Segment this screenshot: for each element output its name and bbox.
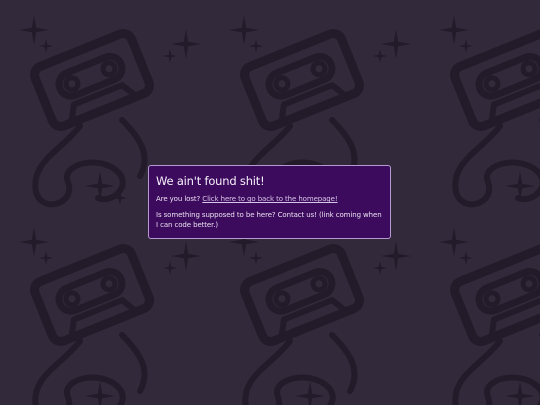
sparkle-icon: [439, 227, 469, 257]
not-found-notice: We ain't found shit! Are you lost? Click…: [148, 165, 391, 239]
sparkle-icon: [39, 251, 53, 265]
sparkle-icon: [163, 261, 177, 275]
sparkle-icon: [229, 15, 259, 45]
sparkle-icon: [381, 29, 411, 59]
sparkle-icon: [373, 261, 387, 275]
sparkle-icon: [171, 29, 201, 59]
sparkle-icon: [19, 15, 49, 45]
sparkle-icon: [163, 49, 177, 63]
cassette-tape-icon: [452, 31, 540, 204]
sparkle-icon: [19, 227, 49, 257]
sparkle-icon: [373, 49, 387, 63]
lost-message: Are you lost? Click here to go back to t…: [156, 194, 383, 204]
contact-message: Is something supposed to be here? Contac…: [156, 211, 382, 229]
lost-prefix: Are you lost?: [156, 195, 203, 203]
cassette-tape-icon: [32, 31, 152, 204]
sparkle-icon: [249, 39, 263, 53]
sparkle-icon: [249, 251, 263, 265]
sparkle-icon: [171, 241, 201, 271]
sparkle-icon: [459, 39, 473, 53]
sparkle-icon: [439, 15, 469, 45]
sparkle-icon: [459, 251, 473, 265]
notice-heading: We ain't found shit!: [156, 174, 265, 188]
cassette-tape-icon: [242, 246, 362, 405]
sparkle-icon: [39, 39, 53, 53]
cassette-tape-icon: [452, 246, 540, 405]
cassette-tape-icon: [32, 246, 152, 405]
sparkle-icon: [381, 241, 411, 271]
homepage-link[interactable]: Click here to go back to the homepage!: [202, 195, 337, 203]
